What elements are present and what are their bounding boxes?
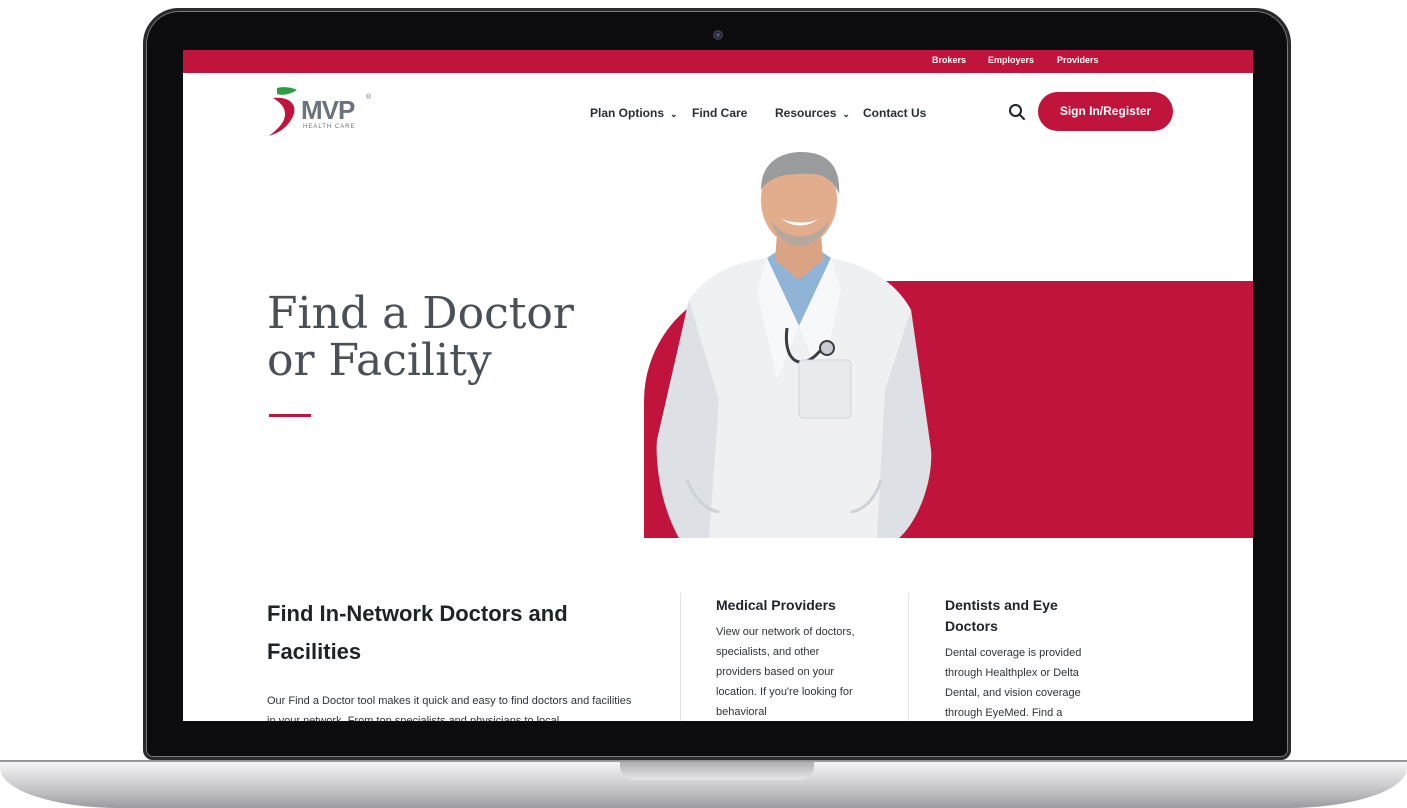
column-divider bbox=[908, 593, 909, 721]
sign-in-register-button[interactable]: Sign In/Register bbox=[1038, 92, 1173, 131]
chevron-down-icon: ⌄ bbox=[670, 109, 678, 119]
hero-title-line-1: Find a Doctor bbox=[267, 288, 574, 339]
utility-link-brokers[interactable]: Brokers bbox=[932, 55, 966, 65]
nav-plan-options[interactable]: Plan Options ⌄ bbox=[590, 106, 678, 120]
dentists-eye-doctors-title[interactable]: Dentists and Eye Doctors bbox=[945, 595, 1095, 637]
logo-registered-mark: ® bbox=[366, 94, 372, 101]
dentists-eye-doctors-body: Dental coverage is provided through Heal… bbox=[945, 647, 1082, 719]
hero-title-line-2: or Facility bbox=[267, 335, 492, 386]
utility-bar: Brokers Employers Providers bbox=[183, 50, 1253, 73]
section-title: Find In-Network Doctors and Facilities bbox=[267, 601, 568, 664]
hero-accent-rule bbox=[269, 414, 311, 417]
hero-title: Find a Doctor or Facility bbox=[267, 290, 574, 384]
doctor-photo bbox=[656, 152, 932, 538]
medical-providers-body: View our network of doctors, specialists… bbox=[716, 626, 855, 718]
section-body: Our Find a Doctor tool makes it quick an… bbox=[267, 695, 632, 721]
logo-wordmark: MVP bbox=[301, 95, 355, 125]
utility-link-employers[interactable]: Employers bbox=[988, 55, 1034, 65]
nav-plan-options-label: Plan Options bbox=[590, 106, 665, 120]
main-navigation: MVP ® HEALTH CARE Plan Options ⌄ Find Car… bbox=[183, 73, 1253, 151]
nav-find-care[interactable]: Find Care bbox=[692, 106, 747, 120]
brand-logo[interactable]: MVP ® HEALTH CARE bbox=[267, 86, 377, 138]
nav-contact-us[interactable]: Contact Us bbox=[863, 106, 926, 120]
laptop-stage: Brokers Employers Providers MVP ® HEALTH… bbox=[0, 0, 1407, 808]
camera-lens bbox=[716, 33, 720, 37]
browser-screen: Brokers Employers Providers MVP ® HEALTH… bbox=[183, 50, 1253, 721]
column-divider bbox=[680, 593, 681, 721]
nav-resources-label: Resources bbox=[775, 106, 837, 120]
logo-tagline: HEALTH CARE bbox=[303, 124, 356, 130]
chevron-down-icon: ⌄ bbox=[842, 109, 850, 119]
medical-providers-title[interactable]: Medical Providers bbox=[716, 595, 866, 616]
search-icon[interactable] bbox=[1008, 103, 1026, 121]
logo-leaf-icon bbox=[269, 87, 297, 136]
nav-resources[interactable]: Resources ⌄ bbox=[775, 106, 850, 120]
laptop-lip bbox=[620, 762, 814, 780]
utility-link-providers[interactable]: Providers bbox=[1057, 55, 1099, 65]
